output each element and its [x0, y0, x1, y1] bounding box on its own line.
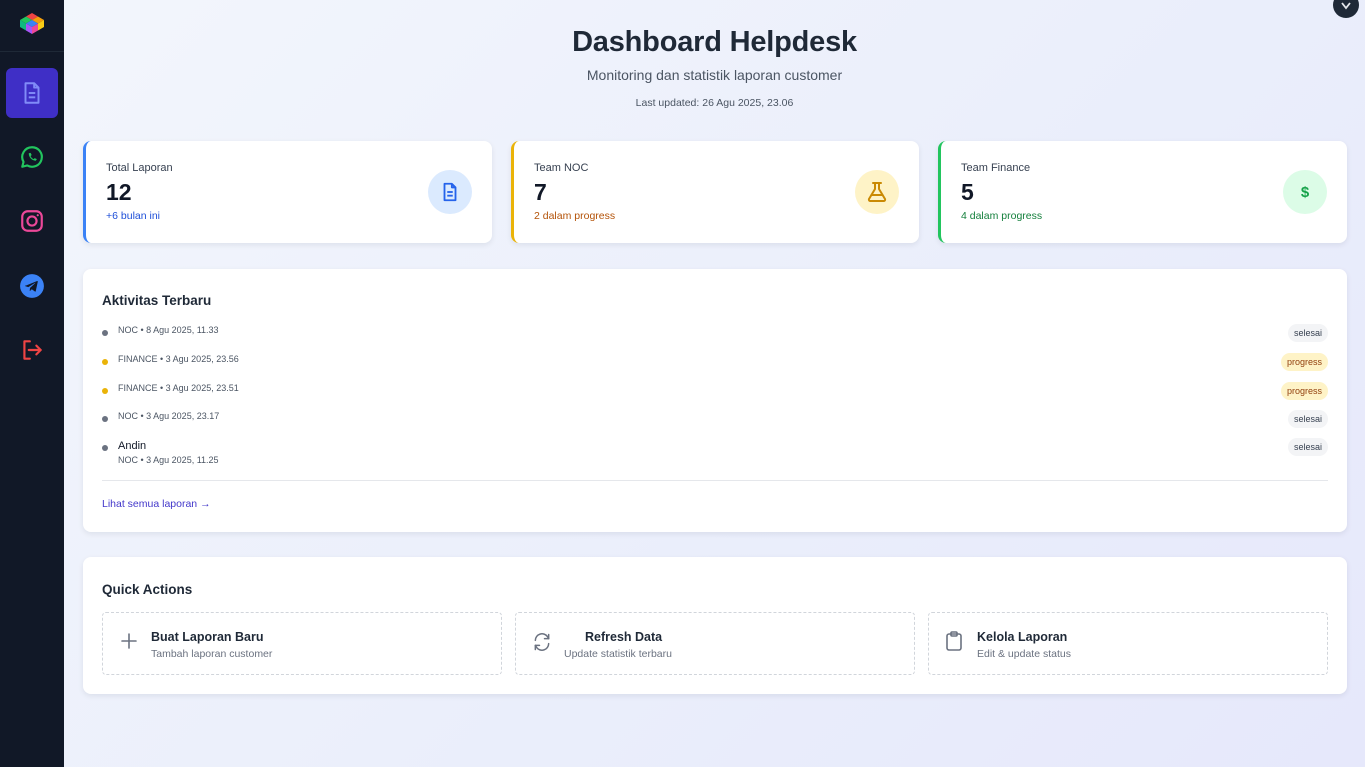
activity-title: Aktivitas Terbaru [102, 293, 212, 308]
page-header: Dashboard Helpdesk Monitoring dan statis… [64, 26, 1365, 109]
stat-value: 7 [534, 179, 547, 205]
create-report-button[interactable]: Buat Laporan Baru Tambah laporan custome… [102, 612, 502, 675]
logo-icon[interactable] [19, 12, 45, 38]
sidebar-item-instagram[interactable] [6, 196, 58, 246]
stat-sub: +6 bulan ini [106, 210, 161, 222]
telegram-icon [20, 274, 44, 298]
stat-label: Team NOC [534, 162, 589, 174]
quick-actions-title: Quick Actions [102, 582, 193, 597]
stat-value: 12 [106, 179, 132, 205]
stat-sub: 2 dalam progress [534, 210, 616, 222]
action-title: Kelola Laporan [977, 630, 1068, 644]
plus-icon [121, 633, 137, 649]
stat-value: 5 [961, 179, 974, 205]
activity-item[interactable]: Andin NOC • 3 Agu 2025, 11.25 selesai [102, 438, 1328, 470]
status-badge: selesai [1287, 438, 1328, 456]
activity-item[interactable]: NOC • 3 Agu 2025, 23.17 selesai [102, 410, 1328, 435]
activity-item[interactable]: FINANCE • 3 Agu 2025, 23.56 progress [102, 353, 1328, 378]
activity-item[interactable]: FINANCE • 3 Agu 2025, 23.51 progress [102, 382, 1328, 407]
refresh-icon [534, 633, 550, 651]
logout-button[interactable] [6, 325, 58, 375]
stat-card-finance: Team Finance 5 4 dalam progress $ [938, 141, 1347, 243]
status-dot [102, 416, 108, 422]
clipboard-icon [946, 631, 962, 651]
dev-tools-button[interactable] [1333, 0, 1359, 18]
stat-label: Total Laporan [106, 162, 173, 174]
sidebar-item-whatsapp[interactable] [6, 132, 58, 182]
status-dot [102, 330, 108, 336]
activity-panel: Aktivitas Terbaru NOC • 8 Agu 2025, 11.3… [83, 269, 1347, 532]
page-subtitle: Monitoring dan statistik laporan custome… [586, 67, 843, 83]
activity-meta: NOC • 3 Agu 2025, 23.17 [118, 411, 220, 421]
stat-card-total: Total Laporan 12 +6 bulan ini [83, 141, 492, 243]
status-dot [102, 445, 108, 451]
status-dot [102, 388, 108, 394]
sidebar-divider [0, 51, 64, 52]
last-updated: Last updated: 26 Agu 2025, 23.06 [635, 97, 794, 109]
sidebar-item-documents[interactable] [6, 68, 58, 118]
activity-meta: NOC • 8 Agu 2025, 11.33 [118, 325, 219, 335]
quick-actions-panel: Quick Actions Buat Laporan Baru Tambah l… [83, 557, 1347, 694]
document-icon [24, 82, 40, 104]
stat-sub: 4 dalam progress [961, 210, 1043, 222]
flask-icon [867, 182, 887, 202]
stat-card-noc: Team NOC 7 2 dalam progress [511, 141, 919, 243]
status-dot [102, 359, 108, 365]
activity-meta: FINANCE • 3 Agu 2025, 23.56 [118, 354, 239, 364]
stat-icon-circle [428, 170, 472, 214]
action-desc: Tambah laporan customer [151, 648, 273, 660]
status-badge: selesai [1287, 410, 1328, 428]
sidebar-item-telegram[interactable] [6, 261, 58, 311]
action-title: Buat Laporan Baru [151, 630, 264, 644]
activity-name: Andin [118, 440, 147, 452]
document-icon [443, 182, 457, 202]
stat-icon-circle [855, 170, 899, 214]
status-badge: progress [1280, 353, 1328, 371]
activity-item[interactable]: NOC • 8 Agu 2025, 11.33 selesai [102, 324, 1328, 349]
activity-meta: FINANCE • 3 Agu 2025, 23.51 [118, 383, 239, 393]
page-title: Dashboard Helpdesk [572, 26, 857, 58]
divider [102, 480, 1328, 481]
action-desc: Edit & update status [977, 648, 1071, 660]
refresh-data-button[interactable]: Refresh Data Update statistik terbaru [515, 612, 915, 675]
status-badge: progress [1280, 382, 1328, 400]
dollar-icon: $ [1300, 183, 1310, 201]
action-desc: Update statistik terbaru [564, 648, 672, 660]
action-title: Refresh Data [585, 630, 663, 644]
manage-reports-button[interactable]: Kelola Laporan Edit & update status [928, 612, 1328, 675]
stat-label: Team Finance [961, 162, 1031, 174]
chevron-down-icon [1341, 2, 1351, 10]
instagram-icon [21, 210, 43, 232]
sidebar [0, 0, 64, 767]
whatsapp-icon [21, 146, 43, 168]
activity-meta: NOC • 3 Agu 2025, 11.25 [118, 455, 219, 465]
stat-icon-circle: $ [1283, 170, 1327, 214]
logout-icon [23, 340, 42, 360]
status-badge: selesai [1287, 324, 1328, 342]
see-all-reports-link[interactable]: Lihat semua laporan → [102, 498, 211, 510]
